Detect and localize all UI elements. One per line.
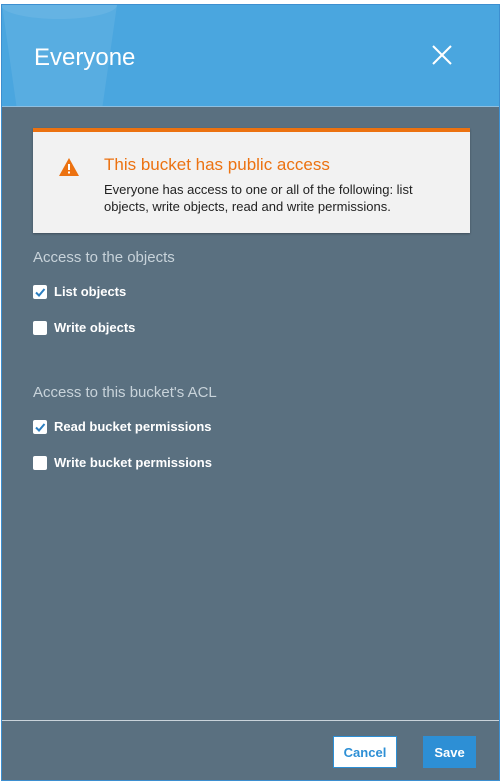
checkmark-icon — [35, 423, 46, 432]
write-bucket-permissions-checkbox[interactable] — [33, 456, 47, 470]
write-objects-checkbox-row[interactable]: Write objects — [33, 320, 135, 336]
footer-divider — [2, 720, 499, 721]
read-bucket-permissions-checkbox[interactable] — [33, 420, 47, 434]
dialog-header: Everyone — [2, 5, 499, 107]
read-bucket-permissions-checkbox-row[interactable]: Read bucket permissions — [33, 419, 212, 435]
list-objects-checkbox-row[interactable]: List objects — [33, 284, 126, 300]
dialog-title: Everyone — [34, 44, 136, 71]
public-access-alert: This bucket has public access Everyone h… — [33, 128, 470, 233]
close-icon — [432, 45, 452, 65]
acl-section-label: Access to this bucket's ACL — [33, 384, 217, 401]
write-objects-label: Write objects — [54, 320, 136, 335]
write-objects-checkbox[interactable] — [33, 321, 47, 335]
objects-section-label: Access to the objects — [33, 249, 175, 266]
list-objects-label: List objects — [54, 284, 127, 299]
permissions-dialog: Everyone This bucket has public access E… — [1, 4, 500, 781]
checkmark-icon — [35, 288, 46, 297]
save-button[interactable]: Save — [423, 736, 476, 768]
list-objects-checkbox[interactable] — [33, 285, 47, 299]
alert-message: Everyone has access to one or all of the… — [104, 182, 413, 214]
cancel-button[interactable]: Cancel — [333, 736, 397, 768]
warning-icon — [59, 158, 79, 176]
write-bucket-permissions-label: Write bucket permissions — [54, 455, 212, 470]
write-bucket-permissions-checkbox-row[interactable]: Write bucket permissions — [33, 455, 212, 471]
alert-title: This bucket has public access — [104, 155, 330, 174]
read-bucket-permissions-label: Read bucket permissions — [54, 419, 212, 434]
close-button[interactable] — [430, 43, 454, 67]
